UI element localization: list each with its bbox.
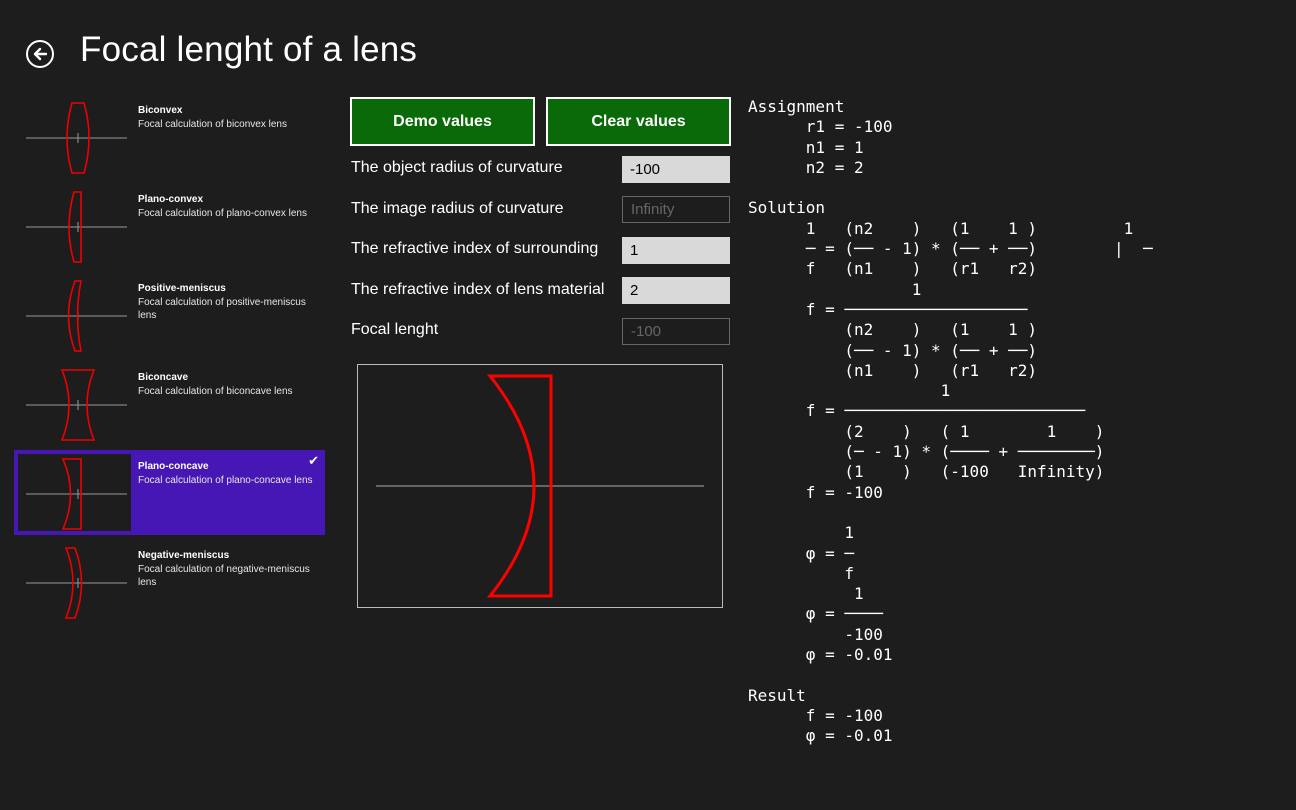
positive-meniscus-lens-icon (26, 280, 127, 352)
lens-item-negative-meniscus[interactable]: Negative-meniscus Focal calculation of n… (16, 541, 323, 622)
biconcave-lens-icon (26, 369, 127, 441)
clear-values-button[interactable]: Clear values (546, 97, 731, 146)
lens-item-name: Plano-convex (138, 194, 204, 205)
lens-item-name: Negative-meniscus (138, 550, 230, 561)
lens-item-description: Focal calculation of positive-meniscus l… (138, 297, 306, 321)
lens-thumbnail (18, 454, 131, 531)
biconvex-lens-icon (26, 102, 127, 174)
lens-item-description: Focal calculation of plano-convex lens (138, 208, 307, 219)
lens-thumbnail (18, 543, 131, 620)
negative-meniscus-lens-icon (26, 547, 127, 619)
material-index-label: The refractive index of lens material (351, 281, 605, 298)
demo-values-button[interactable]: Demo values (350, 97, 535, 146)
focal-length-label: Focal lenght (351, 321, 439, 338)
solution-text: Assignment r1 = -100 n1 = 1 n2 = 2 Solut… (748, 97, 1153, 746)
lens-item-biconvex[interactable]: Biconvex Focal calculation of biconvex l… (16, 96, 323, 177)
material-index-input[interactable] (622, 277, 730, 304)
plano-concave-lens-diagram (376, 374, 704, 598)
page-title: Focal lenght of a lens (80, 30, 418, 69)
lens-item-biconcave[interactable]: Biconcave Focal calculation of biconcave… (16, 363, 323, 444)
lens-item-plano-concave[interactable]: Plano-concave Focal calculation of plano… (14, 450, 325, 535)
lens-thumbnail (18, 276, 131, 353)
back-button[interactable] (26, 40, 54, 68)
checkmark-icon: ✔ (308, 454, 319, 469)
lens-item-description: Focal calculation of biconcave lens (138, 386, 293, 397)
lens-item-description: Focal calculation of plano-concave lens (138, 475, 313, 486)
lens-item-name: Plano-concave (138, 461, 209, 472)
lens-thumbnail (18, 98, 131, 175)
lens-preview (357, 364, 723, 608)
lens-thumbnail (18, 187, 131, 264)
lens-list: Biconvex Focal calculation of biconvex l… (14, 96, 325, 630)
plano-concave-lens-icon (26, 458, 127, 530)
focal-length-output (622, 318, 730, 345)
lens-item-plano-convex[interactable]: Plano-convex Focal calculation of plano-… (16, 185, 323, 266)
lens-item-name: Positive-meniscus (138, 283, 226, 294)
object-radius-label: The object radius of curvature (351, 159, 563, 176)
surrounding-index-input[interactable] (622, 237, 730, 264)
lens-item-description: Focal calculation of negative-meniscus l… (138, 564, 310, 588)
lens-item-positive-meniscus[interactable]: Positive-meniscus Focal calculation of p… (16, 274, 323, 355)
image-radius-input (622, 196, 730, 223)
plano-convex-lens-icon (26, 191, 127, 263)
image-radius-label: The image radius of curvature (351, 200, 564, 217)
lens-item-name: Biconcave (138, 372, 189, 383)
lens-thumbnail (18, 365, 131, 442)
surrounding-index-label: The refractive index of surrounding (351, 240, 599, 257)
lens-item-description: Focal calculation of biconvex lens (138, 119, 287, 130)
arrow-left-icon (33, 47, 48, 61)
object-radius-input[interactable] (622, 156, 730, 183)
lens-item-name: Biconvex (138, 105, 183, 116)
